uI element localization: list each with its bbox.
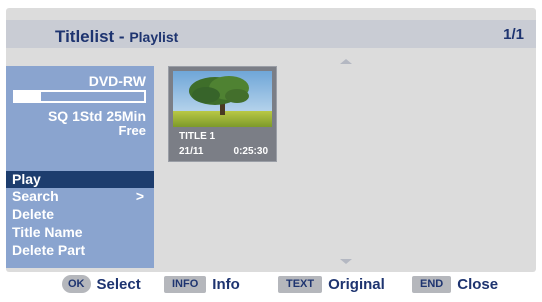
select-label: Select: [96, 275, 141, 293]
info-label: Info: [212, 275, 240, 293]
footer-select[interactable]: OK Select: [62, 274, 141, 294]
info-key-icon: INFO: [164, 275, 207, 293]
capacity-bar-fill: [15, 92, 41, 101]
footer-close[interactable]: END Close: [412, 274, 498, 294]
scroll-down-arrow-icon[interactable]: [340, 259, 352, 264]
title-options-menu: Play Search > Delete Title Name Delete P…: [6, 170, 154, 268]
titlelist-screen: Titlelist - Playlist 1/1 DVD-RW SQ 1Std …: [0, 0, 542, 302]
disc-info-panel: DVD-RW SQ 1Std 25Min Free: [6, 66, 154, 170]
text-key-icon: TEXT: [278, 275, 323, 293]
title-separator: -: [114, 27, 130, 46]
title-main: Titlelist: [55, 27, 115, 46]
end-key-icon: END: [412, 275, 452, 293]
footer-info[interactable]: INFO Info: [164, 274, 240, 294]
menu-item-label: Play: [12, 171, 41, 187]
page-indicator: 1/1: [503, 26, 524, 43]
title-sub: Playlist: [129, 29, 179, 45]
title-duration: 0:25:30: [233, 146, 268, 157]
tree-landscape-thumbnail-icon: [173, 71, 272, 127]
menu-item-delete[interactable]: Delete: [6, 206, 154, 223]
menu-item-label: Delete Part: [12, 242, 86, 258]
free-label: Free: [118, 123, 146, 138]
disc-type-label: DVD-RW: [88, 73, 146, 89]
title-thumbnail-card[interactable]: TITLE 1 21/11 0:25:30: [168, 66, 277, 162]
submenu-arrow-icon: >: [135, 188, 144, 204]
ok-key-icon: OK: [62, 275, 91, 293]
capacity-bar: [13, 90, 146, 103]
record-mode-remaining: SQ 1Std 25Min: [47, 108, 146, 124]
close-label: Close: [457, 275, 499, 293]
title-date: 21/11: [179, 146, 204, 157]
menu-item-title-name[interactable]: Title Name: [6, 224, 154, 241]
original-label: Original: [328, 275, 385, 293]
menu-item-play[interactable]: Play: [6, 171, 154, 188]
title-name: TITLE 1: [179, 131, 216, 142]
page-title: Titlelist - Playlist: [55, 27, 178, 47]
menu-item-label: Search: [12, 188, 59, 204]
menu-item-label: Title Name: [12, 224, 83, 240]
menu-item-search[interactable]: Search >: [6, 188, 154, 205]
scroll-up-arrow-icon[interactable]: [340, 59, 352, 64]
menu-item-label: Delete: [12, 206, 55, 222]
footer-original[interactable]: TEXT Original: [278, 274, 385, 294]
menu-item-delete-part[interactable]: Delete Part: [6, 242, 154, 259]
